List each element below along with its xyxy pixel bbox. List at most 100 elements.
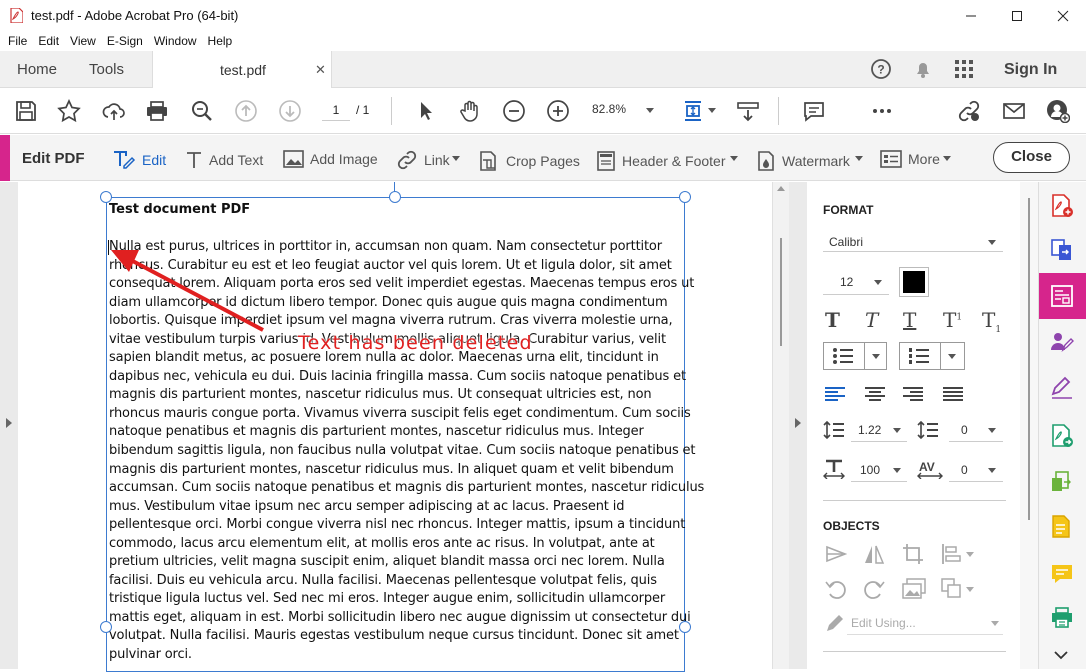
- scrollbar-thumb[interactable]: [780, 238, 782, 346]
- font-color-picker[interactable]: [899, 267, 929, 297]
- paragraph-spacing-dropdown-icon[interactable]: [988, 428, 996, 433]
- watermark-dropdown-icon[interactable]: [855, 156, 863, 161]
- underline-icon[interactable]: T: [903, 308, 916, 332]
- apps-grid-icon[interactable]: [953, 58, 975, 80]
- help-icon[interactable]: ?: [870, 58, 892, 80]
- previous-page-icon[interactable]: [234, 99, 258, 123]
- align-left-icon[interactable]: [825, 386, 845, 402]
- menu-esign[interactable]: E-Sign: [107, 34, 143, 48]
- more-button[interactable]: More: [880, 150, 940, 168]
- watermark-button[interactable]: Watermark: [756, 150, 850, 172]
- character-spacing-icon[interactable]: AV: [917, 459, 943, 479]
- maximize-button[interactable]: [994, 0, 1040, 31]
- bold-icon[interactable]: T: [825, 308, 840, 332]
- menu-help[interactable]: Help: [208, 34, 233, 48]
- save-icon[interactable]: [14, 99, 38, 123]
- minimize-button[interactable]: [948, 0, 994, 31]
- font-size-dropdown-icon[interactable]: [874, 280, 882, 285]
- next-page-icon[interactable]: [278, 99, 302, 123]
- rotate-left-icon[interactable]: [825, 578, 847, 600]
- menu-window[interactable]: Window: [154, 34, 197, 48]
- italic-icon[interactable]: T: [865, 308, 878, 332]
- more-dropdown-icon[interactable]: [943, 156, 951, 161]
- share-link-icon[interactable]: [957, 99, 981, 123]
- edit-using-select[interactable]: Edit Using...: [851, 616, 916, 630]
- email-icon[interactable]: [1002, 99, 1026, 123]
- comment-tool-icon[interactable]: [1050, 515, 1074, 539]
- add-user-icon[interactable]: [1046, 99, 1070, 123]
- resize-handle[interactable]: [389, 191, 401, 203]
- close-tab-icon[interactable]: ✕: [315, 62, 326, 78]
- sign-in-link[interactable]: Sign In: [1004, 61, 1057, 79]
- flip-triangle-icon[interactable]: [825, 543, 847, 565]
- line-spacing-icon[interactable]: [823, 420, 845, 440]
- horizontal-scale-select[interactable]: 100: [860, 463, 880, 477]
- menu-edit[interactable]: Edit: [38, 34, 59, 48]
- more-tools-icon[interactable]: [870, 99, 894, 123]
- arrange-objects-icon[interactable]: [941, 578, 963, 600]
- justify-icon[interactable]: [943, 386, 963, 402]
- align-objects-dropdown-icon[interactable]: [966, 552, 974, 557]
- create-pdf-icon[interactable]: [1050, 194, 1074, 218]
- bullet-list-button[interactable]: [823, 342, 887, 370]
- align-objects-icon[interactable]: [941, 543, 963, 565]
- upload-cloud-icon[interactable]: [102, 99, 126, 123]
- menu-view[interactable]: View: [70, 34, 96, 48]
- request-signature-icon[interactable]: [1050, 330, 1074, 354]
- tab-document[interactable]: test.pdf ✕: [152, 51, 332, 89]
- menu-file[interactable]: File: [8, 34, 27, 48]
- paragraph-spacing-icon[interactable]: [917, 420, 939, 440]
- font-dropdown-icon[interactable]: [988, 240, 996, 245]
- zoom-search-icon[interactable]: [190, 99, 214, 123]
- format-panel-scrollbar[interactable]: [1020, 182, 1038, 669]
- edit-button[interactable]: Edit: [112, 150, 166, 170]
- add-image-button[interactable]: Add Image: [283, 150, 378, 168]
- fit-page-dropdown-icon[interactable]: [708, 108, 716, 113]
- document-scrollbar[interactable]: [772, 182, 789, 669]
- font-size-select[interactable]: 12: [840, 275, 853, 289]
- bullet-dropdown-icon[interactable]: [872, 354, 880, 359]
- export-pdf-icon[interactable]: [1050, 424, 1074, 448]
- font-family-select[interactable]: Calibri: [829, 235, 863, 249]
- fill-sign-icon[interactable]: [1050, 376, 1074, 400]
- crop-image-icon[interactable]: [902, 543, 924, 565]
- scroll-up-icon[interactable]: [776, 184, 786, 192]
- fit-page-icon[interactable]: [681, 99, 705, 123]
- align-right-icon[interactable]: [903, 386, 923, 402]
- zoom-out-icon[interactable]: [502, 99, 526, 123]
- print-production-icon[interactable]: [1050, 606, 1074, 630]
- print-icon[interactable]: [145, 99, 169, 123]
- comment-icon[interactable]: [802, 99, 826, 123]
- line-spacing-select[interactable]: 1.22: [858, 423, 881, 437]
- horizontal-scale-icon[interactable]: [823, 459, 845, 479]
- scroll-mode-icon[interactable]: [736, 99, 760, 123]
- crop-pages-button[interactable]: Crop Pages: [478, 150, 580, 172]
- edit-using-dropdown-icon[interactable]: [991, 621, 999, 626]
- line-spacing-dropdown-icon[interactable]: [893, 428, 901, 433]
- character-spacing-dropdown-icon[interactable]: [988, 468, 996, 473]
- resize-handle[interactable]: [679, 191, 691, 203]
- link-dropdown-icon[interactable]: [452, 156, 460, 161]
- replace-image-icon[interactable]: [902, 578, 926, 600]
- right-panel-toggle[interactable]: [789, 182, 807, 669]
- zoom-level-select[interactable]: 82.8%: [592, 102, 626, 116]
- edit-using-pencil-icon[interactable]: [825, 613, 845, 633]
- close-window-button[interactable]: [1040, 0, 1086, 31]
- numbered-dropdown-icon[interactable]: [948, 354, 956, 359]
- close-edit-button[interactable]: Close: [993, 142, 1070, 173]
- hand-tool-icon[interactable]: [458, 99, 482, 123]
- arrange-dropdown-icon[interactable]: [966, 587, 974, 592]
- combine-files-icon[interactable]: [1050, 238, 1074, 262]
- zoom-dropdown-icon[interactable]: [646, 108, 654, 113]
- paragraph-spacing-select[interactable]: 0: [961, 423, 968, 437]
- align-center-icon[interactable]: [865, 386, 885, 402]
- select-cursor-icon[interactable]: [414, 99, 438, 123]
- link-button[interactable]: Link: [396, 150, 450, 170]
- horizontal-scale-dropdown-icon[interactable]: [893, 468, 901, 473]
- left-panel-toggle[interactable]: [0, 182, 18, 669]
- scrollbar-thumb[interactable]: [1028, 198, 1030, 520]
- header-footer-button[interactable]: Header & Footer: [596, 150, 726, 172]
- tab-home[interactable]: Home: [17, 61, 57, 78]
- superscript-icon[interactable]: T1: [943, 308, 962, 332]
- subscript-icon[interactable]: T1: [982, 308, 1001, 335]
